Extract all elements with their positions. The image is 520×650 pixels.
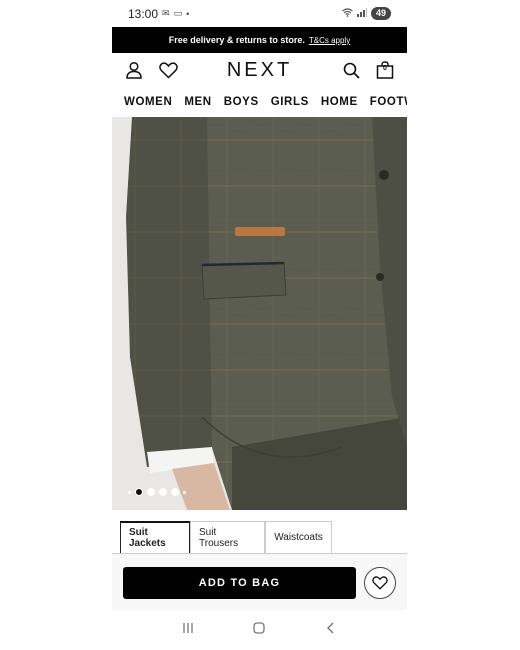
search-icon[interactable] (341, 60, 361, 80)
status-time: 13:00 (128, 6, 159, 21)
phone-screen: 13:00 ✉ ▭ • 49 Free delivery & returns t… (112, 0, 407, 650)
nav-item-home[interactable]: HOME (321, 96, 358, 108)
nav-item-boys[interactable]: BOYS (224, 96, 259, 108)
tab-suit-jackets[interactable]: Suit Jackets (120, 521, 190, 553)
bag-icon[interactable]: 0 (375, 60, 395, 80)
add-to-bag-button[interactable]: ADD TO BAG (123, 567, 356, 599)
site-header: NEXT 0 (112, 53, 407, 87)
recents-icon[interactable] (181, 621, 195, 640)
promo-banner[interactable]: Free delivery & returns to store. T&Cs a… (112, 27, 407, 53)
mail-icon: ✉ (162, 8, 170, 18)
back-icon[interactable] (324, 621, 338, 640)
category-nav: WOMEN MEN BOYS GIRLS HOME FOOTWEAR (112, 87, 407, 117)
next-logo[interactable]: NEXT (227, 59, 292, 82)
signal-icon (356, 8, 367, 19)
carousel-dot[interactable] (128, 490, 131, 494)
account-icon[interactable] (124, 60, 144, 80)
action-bar: ADD TO BAG (112, 554, 407, 610)
heart-icon[interactable] (158, 60, 178, 80)
favourite-button[interactable] (364, 567, 396, 599)
system-nav-bar (112, 610, 407, 650)
home-icon[interactable] (252, 621, 266, 640)
carousel-dot-active[interactable] (135, 488, 143, 496)
tab-suit-trousers[interactable]: Suit Trousers (190, 521, 265, 553)
nav-item-footwear[interactable]: FOOTWEAR (370, 96, 407, 108)
product-image[interactable] (112, 117, 407, 510)
notification-icon: ▭ (173, 8, 183, 18)
carousel-dot[interactable] (159, 488, 167, 496)
promo-text: Free delivery & returns to store. (168, 35, 305, 45)
bag-count: 0 (383, 65, 387, 72)
more-notifications-icon: • (186, 8, 190, 19)
carousel-dot[interactable] (147, 488, 155, 496)
carousel-dot[interactable] (171, 488, 179, 496)
battery-indicator: 49 (370, 7, 391, 20)
nav-item-men[interactable]: MEN (184, 96, 211, 108)
product-tabs: Suit Jackets Suit Trousers Waistcoats (120, 521, 332, 553)
nav-item-girls[interactable]: GIRLS (271, 96, 309, 108)
suit-jacket-illustration (112, 117, 407, 510)
heart-icon (372, 576, 388, 590)
nav-item-women[interactable]: WOMEN (124, 96, 172, 108)
status-bar: 13:00 ✉ ▭ • 49 (112, 0, 407, 27)
promo-terms-link[interactable]: T&Cs apply (309, 36, 350, 45)
carousel-dots[interactable] (128, 488, 186, 496)
carousel-dot[interactable] (183, 490, 186, 494)
tab-waistcoats[interactable]: Waistcoats (265, 521, 332, 553)
wifi-icon (342, 8, 353, 19)
